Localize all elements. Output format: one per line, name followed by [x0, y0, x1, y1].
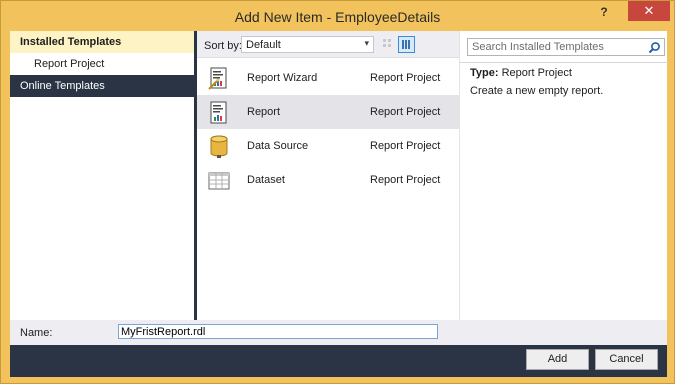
template-list-pane: Sort by: Default ▾ Report Wizard Report … [197, 31, 459, 320]
report-wizard-icon [208, 67, 227, 90]
sort-by-label: Sort by: [204, 40, 242, 52]
add-button[interactable]: Add [526, 349, 589, 370]
close-icon: ✕ [643, 3, 655, 18]
nav-installed-templates[interactable]: Installed Templates [10, 31, 194, 53]
nav-online-templates[interactable]: Online Templates [10, 75, 194, 97]
details-pane: Type: Report Project Create a new empty … [459, 31, 668, 320]
name-label: Name: [20, 327, 53, 339]
template-item-data-source[interactable]: Data Source Report Project [197, 129, 459, 163]
report-icon [210, 101, 227, 124]
type-label: Type: [470, 67, 499, 79]
cancel-button[interactable]: Cancel [595, 349, 658, 370]
template-item-report[interactable]: Report Report Project [197, 95, 459, 129]
window-title: Add New Item - EmployeeDetails [234, 9, 441, 25]
dialog-body: Installed Templates Report Project Onlin… [10, 31, 668, 377]
chevron-down-icon: ▾ [364, 38, 369, 48]
template-type: Report Project [370, 72, 441, 84]
dataset-icon [208, 172, 230, 190]
small-icons-view-button[interactable] [380, 36, 397, 53]
type-value: Report Project [501, 67, 572, 79]
sort-toolbar: Sort by: Default ▾ [197, 31, 459, 58]
template-type: Report Project [370, 140, 441, 152]
details-divider [460, 62, 668, 63]
template-name: Report [247, 106, 281, 118]
dialog-window: Add New Item - EmployeeDetails ? ✕ Insta… [0, 0, 675, 384]
search-box [467, 38, 665, 56]
sort-select[interactable]: Default ▾ [241, 36, 374, 53]
template-list: Report Wizard Report Project Report Repo… [197, 61, 459, 197]
template-name: Report Wizard [247, 72, 318, 84]
search-icon[interactable] [648, 41, 661, 54]
template-item-dataset[interactable]: Dataset Report Project [197, 163, 459, 197]
grid-view-icon [383, 39, 391, 47]
search-input[interactable] [468, 39, 638, 55]
type-line: Type: Report Project [470, 67, 572, 79]
template-type: Report Project [370, 106, 441, 118]
template-name: Data Source [247, 140, 309, 152]
help-button[interactable]: ? [595, 5, 613, 23]
title-bar: Add New Item - EmployeeDetails ? ✕ [1, 1, 674, 31]
data-source-icon [210, 135, 228, 158]
template-item-report-wizard[interactable]: Report Wizard Report Project [197, 61, 459, 95]
templates-nav: Installed Templates Report Project Onlin… [10, 31, 194, 320]
template-type: Report Project [370, 174, 441, 186]
template-name: Dataset [247, 174, 285, 186]
template-description: Create a new empty report. [470, 85, 604, 97]
nav-report-project[interactable]: Report Project [10, 53, 194, 75]
sort-value: Default [246, 39, 281, 51]
name-input[interactable] [118, 324, 438, 339]
list-view-button[interactable] [398, 36, 415, 53]
list-view-icon [402, 40, 410, 49]
name-row: Name: [10, 320, 667, 345]
close-button[interactable]: ✕ [628, 1, 670, 21]
